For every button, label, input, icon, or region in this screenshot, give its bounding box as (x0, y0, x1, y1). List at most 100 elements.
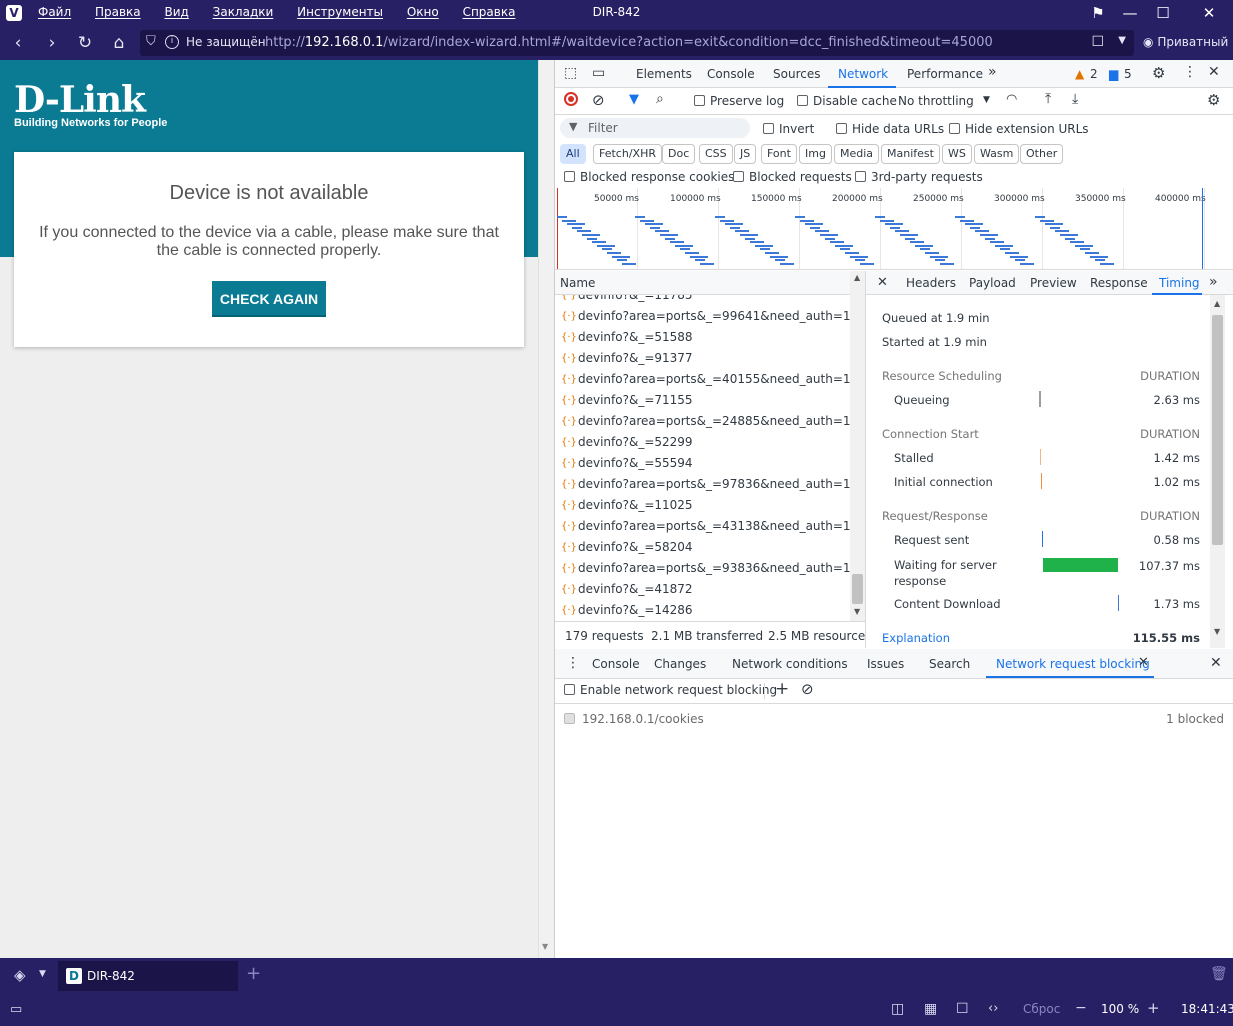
chip-other[interactable]: Other (1020, 144, 1064, 164)
hide-extension-urls-checkbox[interactable]: Hide extension URLs (949, 122, 1089, 136)
tab-sources[interactable]: Sources (773, 67, 820, 81)
message-count[interactable]: 5 (1124, 67, 1132, 81)
scroll-down-icon[interactable]: ▼ (854, 607, 860, 616)
menu-bookmarks[interactable]: Закладки (213, 5, 274, 19)
menu-file[interactable]: Файл (38, 5, 71, 19)
pattern-checkbox[interactable] (564, 712, 580, 726)
address-bar[interactable]: ⛉ i Не защищён http://192.168.0.1/wizard… (140, 30, 1134, 56)
search-icon[interactable]: ⌕ (656, 91, 664, 107)
bookmark-icon[interactable]: ☐ (1091, 34, 1104, 50)
settings-gear-icon[interactable]: ⚙ (1152, 64, 1165, 82)
menu-tools[interactable]: Инструменты (297, 5, 383, 19)
home-icon[interactable]: ⌂ (109, 33, 129, 53)
device-toolbar-icon[interactable]: ▭ (592, 65, 605, 81)
network-settings-icon[interactable]: ⚙ (1207, 91, 1220, 109)
network-overview-timeline[interactable]: 50000 ms 100000 ms 150000 ms 200000 ms 2… (555, 188, 1233, 270)
page-scrollbar[interactable]: ▼ (538, 60, 554, 958)
export-har-icon[interactable]: ⤓ (1072, 91, 1078, 107)
chip-doc[interactable]: Doc (662, 144, 696, 164)
clear-patterns-icon[interactable]: ⊘ (801, 680, 814, 698)
menu-window[interactable]: Окно (407, 5, 439, 19)
warning-icon[interactable]: ▲ (1075, 67, 1084, 81)
blocked-cookies-checkbox[interactable]: Blocked response cookies (564, 170, 734, 184)
request-row[interactable]: {·} devinfo?&_=11025 (555, 495, 850, 516)
checkbox-box[interactable] (694, 95, 705, 106)
panel-toggle-icon[interactable]: ▭ (10, 1002, 22, 1017)
tab-headers[interactable]: Headers (906, 276, 956, 290)
throttling-select[interactable]: No throttling (898, 94, 974, 108)
filter-icon[interactable]: ▼ (629, 92, 639, 107)
explanation-link[interactable]: Explanation (882, 631, 950, 645)
scroll-thumb[interactable] (852, 574, 863, 604)
forward-icon[interactable]: › (42, 33, 62, 53)
import-har-icon[interactable]: ⤒ (1045, 91, 1051, 107)
menu-edit[interactable]: Правка (95, 5, 141, 19)
tab-payload[interactable]: Payload (969, 276, 1016, 290)
clear-icon[interactable]: ⊘ (592, 91, 605, 109)
filter-input[interactable]: ▼ Filter (560, 118, 750, 138)
minimize-icon[interactable]: — (1120, 3, 1140, 23)
back-icon[interactable]: ‹ (8, 33, 28, 53)
tab-stack-icon[interactable]: ◈ (14, 966, 26, 984)
blocked-pattern-row[interactable]: 192.168.0.1/cookies 1 blocked (555, 705, 1233, 733)
checkbox-box[interactable] (855, 171, 866, 182)
request-row[interactable]: {·} devinfo?area=ports&_=97836&need_auth=… (555, 474, 851, 495)
request-row[interactable]: {·} devinfo?area=ports&_=40155&need_auth=… (555, 369, 851, 390)
close-window-icon[interactable]: ✕ (1199, 3, 1219, 23)
record-stop-icon[interactable] (564, 92, 578, 106)
preserve-log-checkbox[interactable]: Preserve log (694, 94, 784, 108)
security-label[interactable]: Не защищён (186, 35, 266, 49)
disable-cache-checkbox[interactable]: Disable cache (797, 94, 897, 108)
request-row[interactable]: {·} devinfo?&_=55594 (555, 453, 850, 474)
warning-count[interactable]: 2 (1090, 67, 1098, 81)
third-party-checkbox[interactable]: 3rd-party requests (855, 170, 983, 184)
vivaldi-logo-icon[interactable]: V (6, 5, 22, 21)
drawer-tab-network-conditions[interactable]: Network conditions (732, 657, 848, 671)
tab-console[interactable]: Console (707, 67, 755, 81)
network-conditions-icon[interactable]: ◠ (1006, 92, 1017, 107)
throttling-chevron-icon[interactable]: ▼ (983, 95, 990, 105)
checkbox-box[interactable] (763, 123, 774, 134)
drawer-menu-icon[interactable]: ⋮ (566, 655, 580, 671)
blocked-requests-checkbox[interactable]: Blocked requests (733, 170, 852, 184)
checkbox-box[interactable] (797, 95, 808, 106)
checkbox-box[interactable] (836, 123, 847, 134)
chip-img[interactable]: Img (799, 144, 832, 164)
trash-icon[interactable]: 🗑 (1210, 966, 1228, 982)
message-icon[interactable]: ▆ (1109, 67, 1118, 81)
tab-preview[interactable]: Preview (1030, 276, 1077, 290)
chip-all[interactable]: All (560, 144, 586, 164)
tab-timing[interactable]: Timing (1159, 276, 1200, 290)
info-icon[interactable]: i (165, 35, 179, 49)
chevron-down-icon[interactable]: ▼ (1118, 35, 1126, 46)
drawer-tab-search[interactable]: Search (929, 657, 970, 671)
maximize-icon[interactable]: ☐ (1153, 3, 1173, 23)
checkbox-box[interactable] (564, 171, 575, 182)
request-row[interactable]: {·} devinfo?&_=51588 (555, 327, 850, 348)
chip-css[interactable]: CSS (699, 144, 733, 164)
more-tabs-icon[interactable]: » (988, 64, 997, 80)
check-again-button[interactable]: CHECK AGAIN (212, 281, 326, 317)
menu-help[interactable]: Справка (463, 5, 516, 19)
checkbox-box[interactable] (564, 713, 575, 724)
url-text[interactable]: http://192.168.0.1/wizard/index-wizard.h… (265, 35, 993, 50)
chip-font[interactable]: Font (761, 144, 797, 164)
checkbox-box[interactable] (564, 684, 575, 695)
page-actions-icon[interactable]: ‹› (988, 1001, 998, 1016)
request-row[interactable]: {·} devinfo?&_=41872 (555, 579, 850, 600)
request-row[interactable]: {·} devinfo?area=ports&_=99641&need_auth=… (555, 306, 851, 327)
drawer-tab-issues[interactable]: Issues (867, 657, 904, 671)
chip-fetch-xhr[interactable]: Fetch/XHR (593, 144, 662, 164)
request-row[interactable]: {·} devinfo?&_=91377 (555, 348, 850, 369)
name-column-header[interactable]: Name (560, 276, 595, 290)
scroll-up-icon[interactable]: ▲ (1214, 299, 1220, 308)
menu-view[interactable]: Вид (164, 5, 188, 19)
shield-icon[interactable]: ⛉ (146, 34, 156, 49)
close-drawer-tab-icon[interactable]: ✕ (1138, 655, 1149, 670)
tab-stack-chevron-icon[interactable]: ▼ (39, 969, 46, 979)
scroll-thumb[interactable] (1212, 315, 1223, 545)
request-row[interactable]: {·} devinfo?&_=14286 (555, 600, 850, 621)
hide-data-urls-checkbox[interactable]: Hide data URLs (836, 122, 944, 136)
tab-elements[interactable]: Elements (636, 67, 692, 81)
page-tiling-icon[interactable]: ☐ (956, 1001, 969, 1017)
